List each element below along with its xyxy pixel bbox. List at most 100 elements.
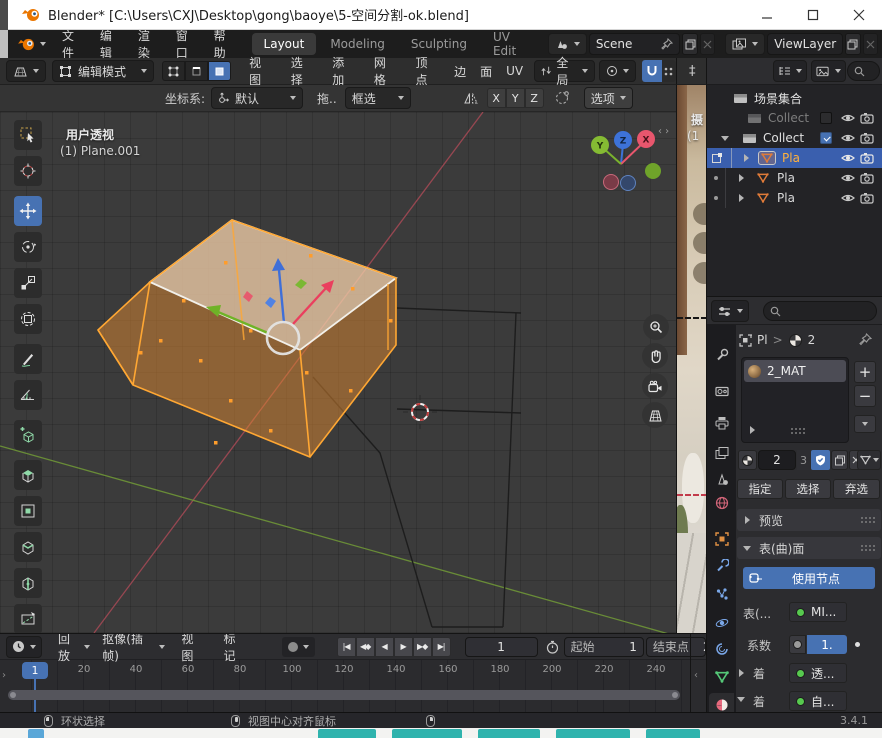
surface-panel-header[interactable]: 表(曲)面: [737, 537, 881, 559]
drag-mode-dropdown[interactable]: 框选: [345, 87, 411, 109]
mirror-z-button[interactable]: Z: [525, 88, 544, 108]
properties-search-input[interactable]: [763, 301, 877, 321]
material-name-field[interactable]: 2: [758, 450, 796, 470]
outliner-row-object-active[interactable]: Pla: [707, 148, 882, 168]
snap-toggle-button[interactable]: [642, 60, 662, 82]
scene-name-field[interactable]: Scene: [589, 33, 681, 55]
material-slot-item[interactable]: 2_MAT: [744, 360, 846, 382]
strip-nav-zoom[interactable]: [693, 203, 706, 225]
scene-delete-button[interactable]: [700, 33, 715, 55]
outliner-search-input[interactable]: [847, 61, 880, 81]
camera-visibility-icon[interactable]: [860, 152, 874, 164]
workspace-tab-sculpting[interactable]: Sculpting: [399, 33, 479, 55]
strip-nav-hand[interactable]: [693, 232, 706, 254]
maximize-button[interactable]: [796, 0, 830, 30]
frame-start-field[interactable]: 起始 1: [564, 637, 644, 657]
menu-edit[interactable]: 编辑: [90, 31, 128, 57]
prev-keyframe-button[interactable]: ◀◆: [356, 637, 375, 657]
breadcrumb-material[interactable]: 2: [808, 333, 816, 347]
pin-id-icon[interactable]: [859, 333, 872, 346]
viewlayer-new-button[interactable]: [845, 33, 860, 55]
camera-strip-viewport[interactable]: 摄 (1: [676, 85, 706, 633]
region-scroll-arrow-left[interactable]: ›: [2, 670, 6, 681]
tool-knife[interactable]: [14, 604, 42, 633]
viewlayer-name-field[interactable]: ViewLayer: [767, 33, 843, 55]
tab-physics[interactable]: [709, 611, 734, 635]
current-frame-field[interactable]: 1: [465, 637, 538, 657]
app-menu-button[interactable]: [18, 38, 46, 51]
keyframe-dot[interactable]: [855, 642, 860, 647]
shader-row-expand-icon[interactable]: [737, 697, 745, 702]
tool-loop-cut[interactable]: [14, 568, 42, 598]
keying-dropdown[interactable]: 抠像(插帧): [96, 636, 171, 658]
slot-specials-button[interactable]: [854, 415, 876, 433]
panel-grip[interactable]: [860, 544, 875, 553]
workspace-tab-uvedit[interactable]: UV Edit: [481, 33, 538, 55]
tool-rotate[interactable]: [14, 232, 42, 262]
current-frame-badge[interactable]: 1: [22, 662, 48, 679]
menu-help[interactable]: 帮助: [204, 31, 242, 57]
menu-mesh[interactable]: 网格: [364, 58, 406, 84]
outliner-row-object[interactable]: Pla: [707, 168, 882, 188]
outliner-filter-button[interactable]: [811, 60, 846, 82]
transform-orientation-dropdown[interactable]: 全局: [534, 60, 595, 82]
workspace-tab-modeling[interactable]: Modeling: [318, 33, 397, 55]
gizmo-neg-y[interactable]: [645, 163, 661, 179]
scrollbar-knob-left[interactable]: [10, 692, 16, 698]
properties-editor-type-button[interactable]: [711, 300, 749, 322]
pan-hand-button[interactable]: [642, 343, 668, 369]
menu-add[interactable]: 添加: [322, 58, 364, 84]
outliner-row-object[interactable]: Pla: [707, 188, 882, 208]
mode-dropdown[interactable]: 编辑模式: [52, 60, 154, 82]
fake-user-shield-button[interactable]: [811, 450, 830, 470]
eye-icon[interactable]: [841, 152, 855, 164]
expand-caret-icon[interactable]: [721, 136, 729, 141]
slot-add-button[interactable]: +: [854, 361, 876, 383]
node-specials-dropdown[interactable]: [857, 450, 881, 470]
expand-caret-icon[interactable]: [739, 194, 744, 202]
workspace-tab-layout[interactable]: Layout: [252, 33, 317, 55]
proportional-edit-circle-icon[interactable]: [554, 90, 570, 106]
shader-row2-button[interactable]: 自...: [789, 691, 847, 711]
auto-keyframe-record-button[interactable]: [288, 642, 298, 652]
options-dropdown[interactable]: 选项: [584, 87, 633, 109]
timeline-ruler[interactable]: 20 40 60 80 100 120 140 160 180 200 220 …: [0, 660, 690, 712]
tool-move[interactable]: [14, 196, 42, 226]
panel-grip[interactable]: [860, 516, 875, 525]
expand-caret-icon[interactable]: [739, 174, 744, 182]
camera-view-button[interactable]: [642, 373, 668, 399]
slot-remove-button[interactable]: −: [854, 385, 876, 407]
editor-type-button[interactable]: [6, 60, 46, 82]
camera-visibility-icon[interactable]: [860, 172, 874, 184]
tool-bevel[interactable]: [14, 532, 42, 562]
use-nodes-button[interactable]: 使用节点: [743, 567, 875, 589]
menu-view[interactable]: 视图: [239, 58, 281, 84]
menu-vertex[interactable]: 顶点: [405, 58, 447, 84]
tab-object-data[interactable]: [709, 665, 734, 689]
select-mode-edge-button[interactable]: [185, 61, 208, 81]
pin-icon[interactable]: [661, 38, 673, 50]
next-keyframe-button[interactable]: ▶◆: [413, 637, 432, 657]
viewlayer-delete-button[interactable]: [863, 33, 878, 55]
tool-annotate[interactable]: [14, 344, 42, 374]
jump-to-end-button[interactable]: ▶|: [432, 637, 451, 657]
shader-row-expand-icon[interactable]: [739, 669, 744, 677]
tool-inset-faces[interactable]: [14, 496, 42, 526]
menu-file[interactable]: 文件: [52, 31, 90, 57]
tab-output[interactable]: [709, 411, 734, 435]
tab-render[interactable]: [709, 379, 734, 403]
tool-transform[interactable]: [14, 304, 42, 334]
tab-material[interactable]: [709, 693, 734, 712]
eye-icon[interactable]: [841, 132, 855, 144]
outliner-row-collection[interactable]: Collect: [707, 128, 882, 148]
record-options-chevron[interactable]: [303, 645, 309, 649]
shader-row1-button[interactable]: 透...: [789, 663, 847, 683]
outliner-display-mode-button[interactable]: [773, 60, 807, 82]
outliner-row-scene-collection[interactable]: 场景集合: [707, 88, 882, 108]
material-users-count[interactable]: 3: [797, 450, 810, 470]
tab-object[interactable]: [709, 527, 734, 551]
tab-modifiers[interactable]: [709, 554, 734, 578]
tab-world[interactable]: [709, 491, 734, 515]
select-mode-vertex-button[interactable]: [162, 61, 185, 81]
viewport-3d[interactable]: Z X Y 用户透视 (1) Plane.001 ‹ ›: [0, 112, 676, 633]
